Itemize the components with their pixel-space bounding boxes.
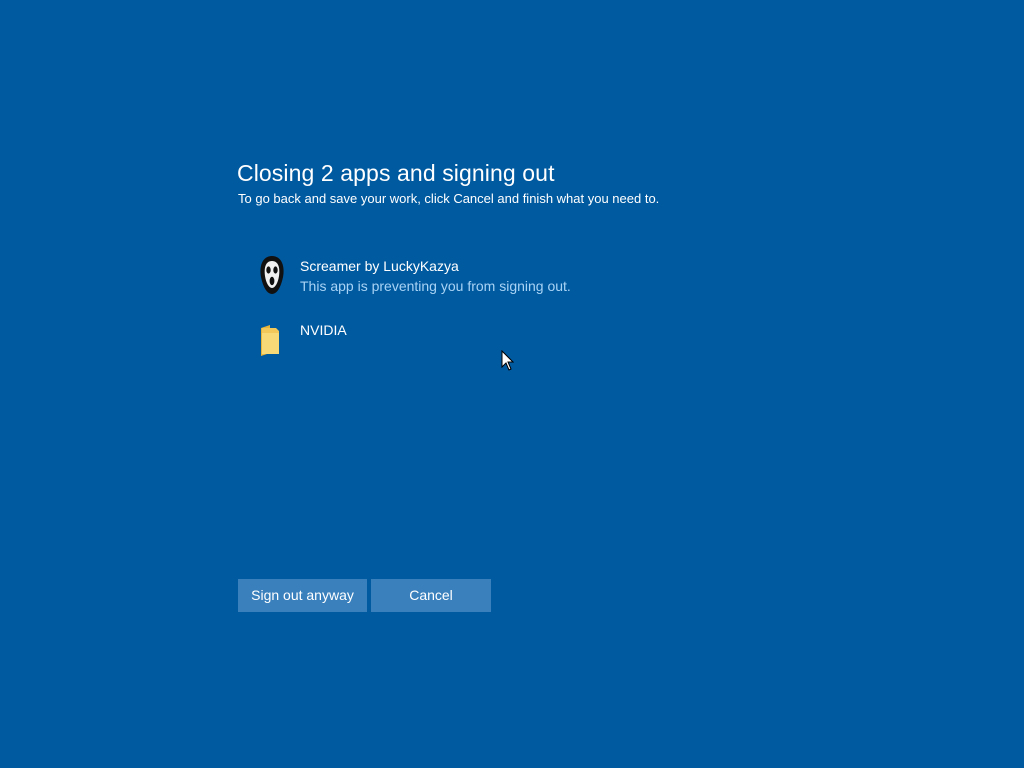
list-item-screamer: Screamer by LuckyKazya This app is preve… — [254, 255, 754, 319]
app-status: This app is preventing you from signing … — [300, 278, 571, 294]
sign-out-anyway-button[interactable]: Sign out anyway — [238, 579, 367, 612]
app-name: Screamer by LuckyKazya — [300, 258, 459, 274]
page-title: Closing 2 apps and signing out — [237, 160, 555, 186]
sign-out-screen: Closing 2 apps and signing out To go bac… — [0, 0, 1024, 768]
folder-icon — [261, 325, 279, 356]
page-subtitle: To go back and save your work, click Can… — [238, 191, 660, 206]
mouse-cursor-icon — [501, 350, 515, 371]
app-name: NVIDIA — [300, 322, 347, 338]
scream-mask-icon — [260, 256, 284, 294]
cancel-button[interactable]: Cancel — [371, 579, 491, 612]
